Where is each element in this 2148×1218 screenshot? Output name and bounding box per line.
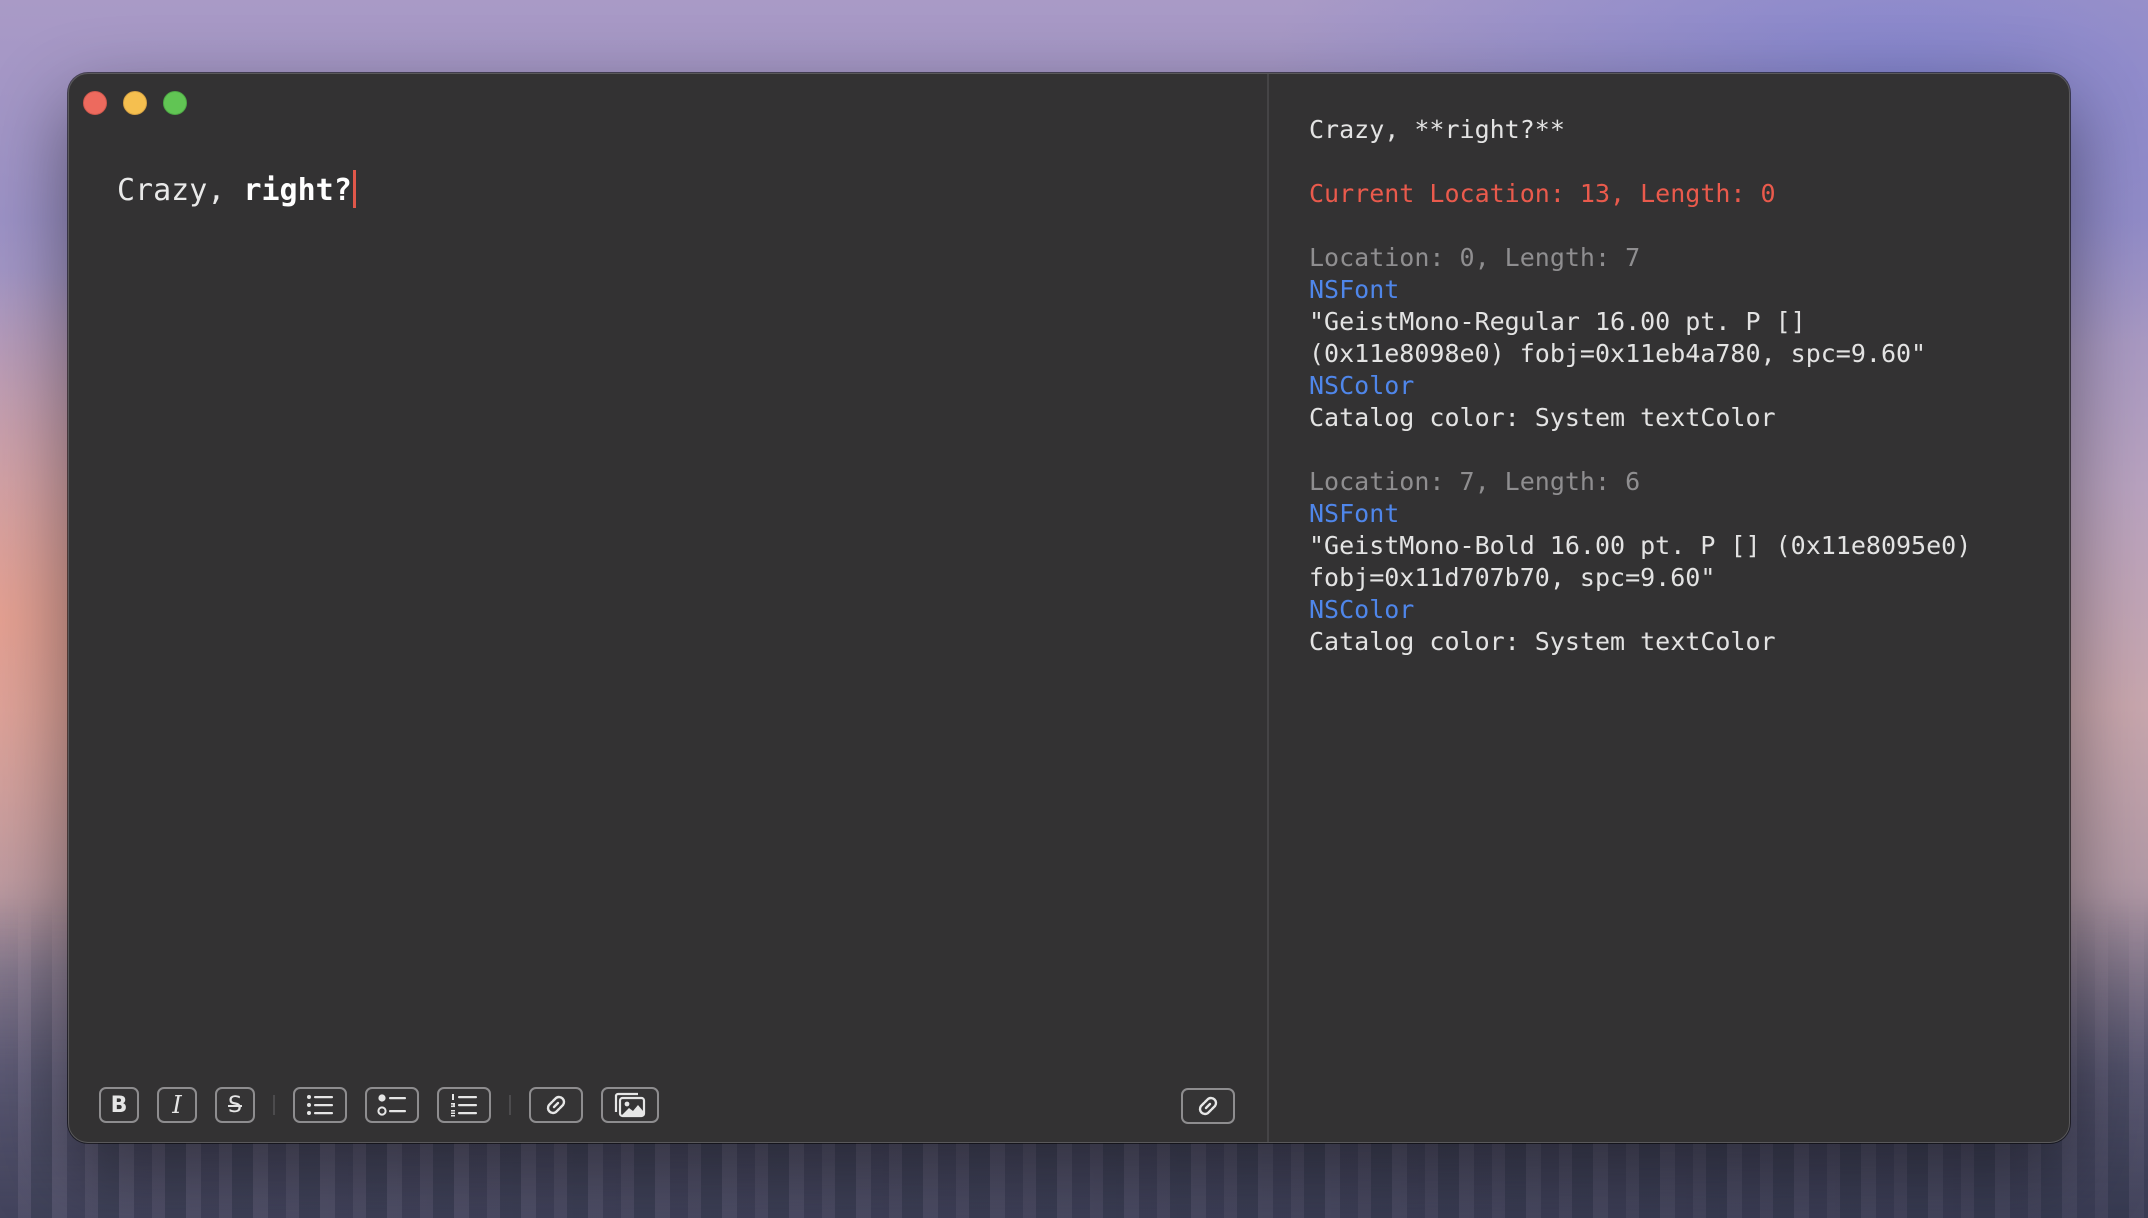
numbered-list-button[interactable] — [437, 1087, 491, 1123]
bulleted-list-button[interactable] — [293, 1087, 347, 1123]
markdown-source: Crazy, **right?** — [1309, 115, 1565, 144]
strikethrough-icon: S — [228, 1092, 242, 1118]
toolbar-separator — [509, 1095, 511, 1115]
link-icon — [546, 1095, 566, 1115]
attribute-key: NSFont — [1309, 499, 1400, 528]
checklist-icon — [377, 1094, 406, 1116]
attribute-key: NSColor — [1309, 371, 1415, 400]
attributes-inspector: Crazy, **right?** Current Location: 13, … — [1309, 114, 2049, 658]
run-header: Location: 0, Length: 7 — [1309, 243, 1641, 272]
run-header: Location: 7, Length: 6 — [1309, 467, 1641, 496]
italic-button[interactable]: I — [157, 1087, 197, 1123]
editor-text-regular: Crazy, — [117, 173, 244, 208]
editor-text-bold: right? — [243, 173, 352, 208]
link-icon — [1198, 1096, 1218, 1116]
numbered-list-icon — [451, 1094, 477, 1117]
attribute-value: "GeistMono-Regular 16.00 pt. P [] — [1309, 307, 1806, 336]
checklist-button[interactable] — [365, 1087, 419, 1123]
attribute-value: fobj=0x11d707b70, spc=9.60" — [1309, 563, 1716, 592]
editor-pane[interactable]: Crazy, right? B I S — [69, 74, 1267, 1142]
app-window: Crazy, right? B I S Crazy, **right?** Cu… — [68, 73, 2070, 1143]
attribute-key: NSColor — [1309, 595, 1415, 624]
current-location: Current Location: 13, Length: 0 — [1309, 179, 1776, 208]
attribute-value: Catalog color: System textColor — [1309, 403, 1776, 432]
bold-icon: B — [110, 1092, 128, 1118]
link-toggle-area — [1181, 1088, 1235, 1124]
link-button[interactable] — [529, 1087, 583, 1123]
insert-image-button[interactable] — [601, 1087, 659, 1123]
attribute-value: Catalog color: System textColor — [1309, 627, 1776, 656]
pane-divider[interactable] — [1267, 74, 1269, 1142]
editor-text-area[interactable]: Crazy, right? — [117, 170, 356, 211]
attribute-run: Location: 7, Length: 6 NSFont "GeistMono… — [1309, 466, 2049, 658]
toolbar-separator — [273, 1095, 275, 1115]
bulleted-list-icon — [307, 1095, 333, 1115]
attribute-key: NSFont — [1309, 275, 1400, 304]
italic-icon: I — [172, 1091, 182, 1119]
attribute-value: (0x11e8098e0) fobj=0x11eb4a780, spc=9.60… — [1309, 339, 1927, 368]
attribute-value: "GeistMono-Bold 16.00 pt. P [] (0x11e809… — [1309, 531, 1972, 560]
link-toggle-button[interactable] — [1181, 1088, 1235, 1124]
formatting-toolbar: B I S — [99, 1086, 659, 1124]
attribute-run: Location: 0, Length: 7 NSFont "GeistMono… — [1309, 242, 2049, 434]
bold-button[interactable]: B — [99, 1087, 139, 1123]
strikethrough-button[interactable]: S — [215, 1087, 255, 1123]
image-icon — [614, 1092, 646, 1118]
text-caret — [352, 170, 356, 208]
